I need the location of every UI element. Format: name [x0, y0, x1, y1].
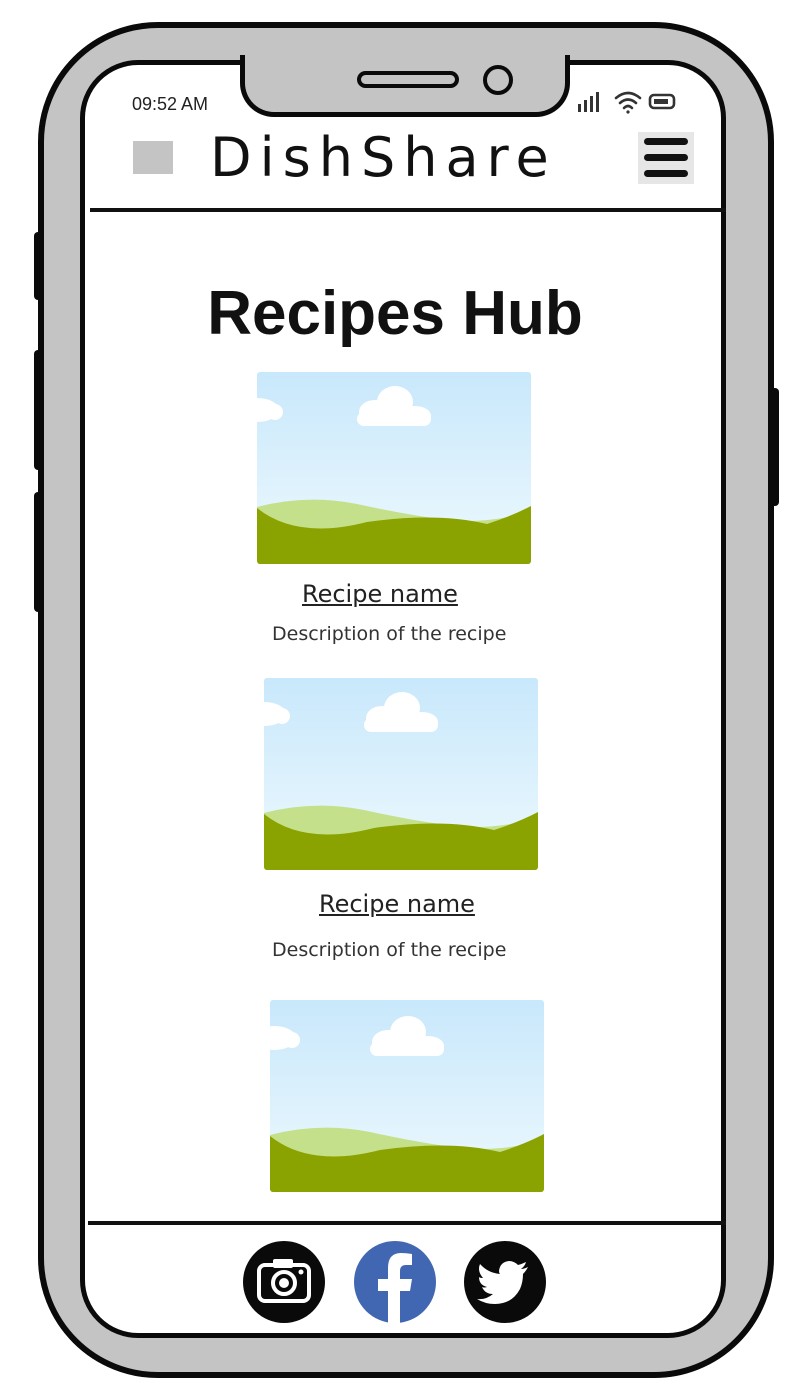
- wifi-icon: [614, 91, 642, 114]
- recipe-name-link[interactable]: Recipe name: [319, 890, 475, 918]
- signal-icon: [578, 92, 599, 112]
- footer-divider: [88, 1221, 726, 1225]
- facebook-icon[interactable]: [354, 1241, 436, 1323]
- phone-side-button: [34, 492, 43, 612]
- recipe-name-link[interactable]: Recipe name: [302, 580, 458, 608]
- status-time: 09:52 AM: [132, 94, 209, 114]
- status-icons: [578, 88, 682, 120]
- phone-power-button: [770, 388, 779, 506]
- recipe-description: Description of the recipe: [272, 939, 507, 961]
- recipe-description: Description of the recipe: [272, 623, 507, 645]
- twitter-icon[interactable]: [464, 1241, 546, 1323]
- recipe-image[interactable]: [264, 678, 538, 870]
- logo-placeholder[interactable]: [133, 141, 173, 174]
- camera-icon[interactable]: [243, 1241, 325, 1323]
- phone-side-button: [34, 350, 43, 470]
- front-camera: [483, 65, 513, 95]
- recipe-image[interactable]: [270, 1000, 544, 1192]
- phone-notch: [240, 55, 570, 117]
- hamburger-menu-icon[interactable]: [638, 132, 694, 184]
- recipe-image[interactable]: [257, 372, 531, 564]
- battery-icon: [648, 93, 676, 110]
- page-title: Recipes Hub: [207, 279, 583, 348]
- speaker-grille: [357, 71, 459, 88]
- brand-title[interactable]: DishShare: [210, 126, 557, 190]
- header-divider: [90, 208, 726, 212]
